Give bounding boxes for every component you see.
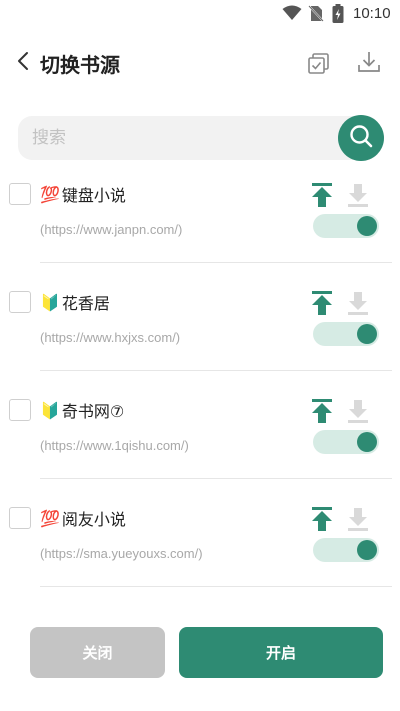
source-badge: 💯 [40, 508, 60, 528]
open-button[interactable]: 开启 [179, 627, 383, 678]
list-item: 🔰 奇书网⑦ (https://www.1qishu.com/) [0, 389, 400, 497]
toggle-knob [357, 432, 377, 452]
download-source-button[interactable] [346, 506, 370, 532]
list-item: 💯 阅友小说 (https://sma.yueyouxs.com/) [0, 497, 400, 605]
list-item: 💯 键盘小说 (https://www.janpn.com/) [0, 173, 400, 281]
download-arrow-icon [346, 400, 370, 428]
close-button[interactable]: 关闭 [30, 627, 165, 678]
source-checkbox[interactable] [9, 399, 31, 421]
source-checkbox[interactable] [9, 507, 31, 529]
chevron-left-icon [16, 50, 30, 76]
search-bar [18, 116, 380, 160]
page-title: 切换书源 [40, 53, 120, 77]
download-source-button[interactable] [346, 290, 370, 316]
toggle-knob [357, 324, 377, 344]
battery-charging-icon [332, 4, 344, 27]
divider [40, 478, 392, 479]
status-bar: 10:10 [0, 0, 400, 28]
copy-check-icon [306, 53, 332, 80]
move-to-top-icon [310, 291, 334, 320]
move-to-top-icon [310, 183, 334, 212]
move-to-top-icon [310, 507, 334, 536]
divider [40, 370, 392, 371]
status-time: 10:10 [353, 5, 391, 22]
source-url: (https://www.janpn.com/) [40, 222, 183, 237]
search-input[interactable] [32, 116, 332, 160]
toggle-knob [357, 216, 377, 236]
move-to-top-button[interactable] [310, 506, 334, 532]
source-name[interactable]: 💯 阅友小说 [40, 506, 126, 530]
source-badge: 💯 [40, 184, 60, 204]
list-item: 🔰 花香居 (https://www.hxjxs.com/) [0, 281, 400, 389]
move-to-top-button[interactable] [310, 182, 334, 208]
search-icon [348, 123, 374, 153]
enable-toggle[interactable] [313, 538, 379, 562]
source-name[interactable]: 💯 键盘小说 [40, 182, 126, 206]
enable-toggle[interactable] [313, 430, 379, 454]
move-to-top-icon [310, 399, 334, 428]
move-to-top-button[interactable] [310, 290, 334, 316]
download-source-button[interactable] [346, 182, 370, 208]
no-sim-icon [308, 5, 324, 26]
download-source-button[interactable] [346, 398, 370, 424]
source-name-text: 键盘小说 [61, 186, 126, 205]
back-button[interactable] [10, 50, 36, 76]
source-name-text: 奇书网⑦ [61, 402, 125, 421]
enable-toggle[interactable] [313, 322, 379, 346]
move-to-top-button[interactable] [310, 398, 334, 424]
download-button[interactable] [356, 49, 382, 75]
source-name[interactable]: 🔰 奇书网⑦ [40, 398, 124, 422]
source-badge: 🔰 [40, 292, 60, 312]
source-badge: 🔰 [40, 400, 60, 420]
download-arrow-icon [346, 184, 370, 212]
source-name-text: 阅友小说 [61, 510, 126, 529]
download-arrow-icon [346, 292, 370, 320]
divider [40, 586, 392, 587]
source-name[interactable]: 🔰 花香居 [40, 290, 110, 314]
source-url: (https://sma.yueyouxs.com/) [40, 546, 203, 561]
source-checkbox[interactable] [9, 291, 31, 313]
download-icon [356, 52, 382, 79]
enable-toggle[interactable] [313, 214, 379, 238]
header: 切换书源 [0, 40, 400, 86]
download-arrow-icon [346, 508, 370, 536]
source-url: (https://www.hxjxs.com/) [40, 330, 181, 345]
select-all-button[interactable] [306, 50, 332, 76]
wifi-icon [282, 5, 302, 25]
toggle-knob [357, 540, 377, 560]
source-url: (https://www.1qishu.com/) [40, 438, 189, 453]
divider [40, 262, 392, 263]
source-checkbox[interactable] [9, 183, 31, 205]
source-name-text: 花香居 [61, 294, 110, 313]
search-button[interactable] [338, 115, 384, 161]
